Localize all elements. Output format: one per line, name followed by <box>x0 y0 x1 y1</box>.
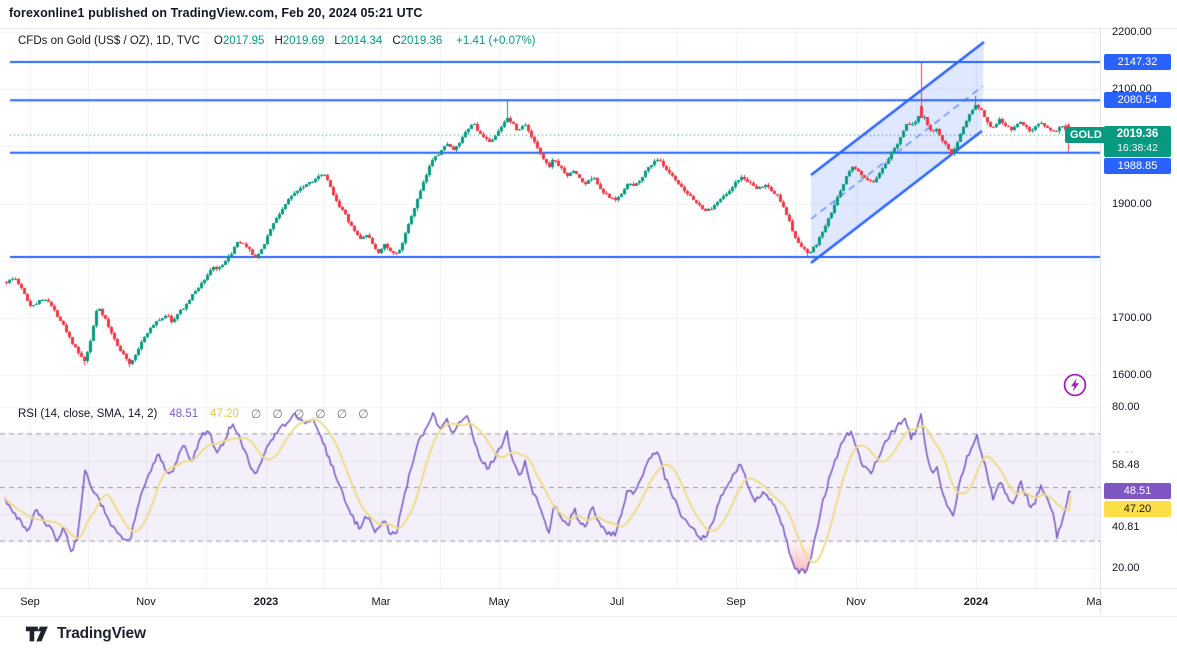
tradingview-logo[interactable]: TradingView <box>25 624 146 644</box>
price-axis-tick: 1700.00 <box>1112 311 1152 325</box>
time-axis-label: Sep <box>20 596 40 608</box>
rsi-axis-tick: 80.00 <box>1112 400 1140 414</box>
rsi-axis-tick: 40.81 <box>1112 520 1140 534</box>
symbol-title: CFDs on Gold (US$ / OZ), 1D, TVC <box>18 35 200 47</box>
rsi-legend[interactable]: RSI (14, close, SMA, 14, 2) 48.51 47.20 … <box>18 407 369 421</box>
ohlc-item: O2017.95 <box>214 35 265 47</box>
empty-set-icon: ∅ <box>272 407 282 421</box>
time-axis-label: Nov <box>846 596 866 608</box>
rsi-value-badge: 48.51 <box>1104 483 1171 499</box>
rsi-axis-tick: 58.48 <box>1112 458 1140 472</box>
price-level-badge: 1988.85 <box>1104 158 1171 174</box>
empty-set-icon: ∅ <box>251 407 261 421</box>
price-axis-tick: 1900.00 <box>1112 197 1152 211</box>
time-axis-label: 2023 <box>254 596 278 608</box>
tradingview-wordmark: TradingView <box>57 625 146 643</box>
ohlc-values: O2017.95 H2019.69 L2014.34 C2019.36 <box>214 35 442 47</box>
empty-set-icon: ∅ <box>315 407 325 421</box>
rsi-axis-muted-tick: -- -- <box>1112 445 1135 459</box>
axis-separator <box>1100 28 1101 615</box>
price-level-badge: 2080.54 <box>1104 92 1171 108</box>
time-axis-label: Sep <box>726 596 746 608</box>
time-axis-label: 2024 <box>964 596 988 608</box>
symbol-legend[interactable]: CFDs on Gold (US$ / OZ), 1D, TVC O2017.9… <box>18 35 536 47</box>
empty-set-icon: ∅ <box>358 407 368 421</box>
time-axis-label: May <box>489 596 510 608</box>
byline-text: forexonline1 published on TradingView.co… <box>9 6 423 20</box>
price-level-badge: 2147.32 <box>1104 54 1171 70</box>
bar-countdown: 16:38:42 <box>1104 142 1171 157</box>
time-axis-separator <box>0 588 1177 589</box>
rsi-empty-slot-icons: ∅ ∅ ∅ ∅ ∅ ∅ <box>251 407 369 421</box>
rsi-value-badge: 47.20 <box>1104 501 1171 517</box>
lightning-trade-icon[interactable] <box>1062 372 1088 398</box>
last-price-value: 2019.36 <box>1104 126 1171 142</box>
ohlc-item: L2014.34 <box>334 35 382 47</box>
rsi-title: RSI (14, close, SMA, 14, 2) <box>18 408 157 420</box>
price-and-rsi-chart-canvas[interactable] <box>0 28 1100 588</box>
rsi-sma-value: 47.20 <box>210 408 239 420</box>
tradingview-gold-chart: { "header": { "byline": "forexonline1 pu… <box>0 0 1177 650</box>
change-value: +1.41 (+0.07%) <box>456 35 535 47</box>
last-price-badge: 2019.36 16:38:42 <box>1104 126 1171 157</box>
rsi-value: 48.51 <box>169 408 198 420</box>
symbol-tag-badge: GOLD <box>1065 127 1107 143</box>
price-axis-tick: 1600.00 <box>1112 368 1152 382</box>
ohlc-item: C2019.36 <box>392 35 442 47</box>
time-axis-label: Nov <box>136 596 156 608</box>
time-axis-label: Ma <box>1086 596 1101 608</box>
time-axis-label: Jul <box>610 596 624 608</box>
rsi-axis-tick: 20.00 <box>1112 561 1140 575</box>
footer-separator <box>0 616 1177 617</box>
time-axis-label: Mar <box>372 596 391 608</box>
price-axis-tick: 2200.00 <box>1112 25 1152 39</box>
tradingview-logo-icon <box>25 624 49 644</box>
ohlc-item: H2019.69 <box>274 35 324 47</box>
empty-set-icon: ∅ <box>337 407 347 421</box>
empty-set-icon: ∅ <box>294 407 304 421</box>
